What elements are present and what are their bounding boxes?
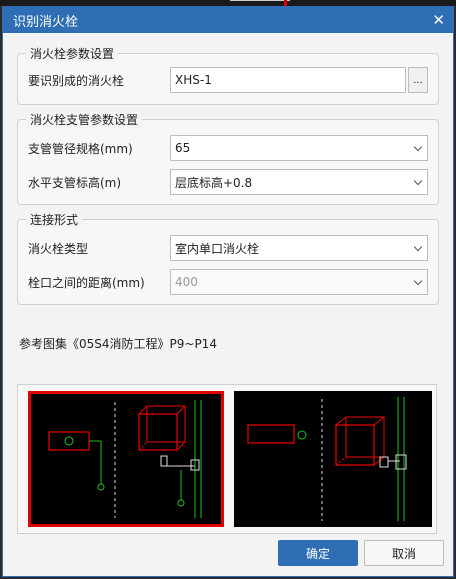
hydrant-type-row: 消火栓类型 室内单口消火栓 — [28, 234, 428, 262]
elevation-label: 水平支管标高(m) — [28, 175, 122, 190]
distance-label: 栓口之间的距离(mm) — [28, 275, 145, 290]
hydrant-name-field[interactable]: XHS-1 — [170, 67, 406, 93]
distance-row: 栓口之间的距离(mm) 400 — [28, 268, 428, 296]
cancel-button[interactable]: 取消 — [364, 540, 444, 566]
branch-params-legend: 消火栓支管参数设置 — [26, 111, 143, 128]
elevation-select[interactable]: 层底标高+0.8 — [170, 169, 428, 195]
chevron-down-icon — [413, 276, 423, 286]
diameter-row: 支管管径规格(mm) 65 — [28, 134, 428, 162]
hydrant-type-select[interactable]: 室内单口消火栓 — [170, 235, 428, 261]
hydrant-label: 要识别成的消火栓 — [28, 73, 125, 88]
hydrant-type-label: 消火栓类型 — [28, 241, 89, 256]
close-icon[interactable]: ✕ — [432, 12, 445, 28]
browse-button[interactable]: ... — [408, 67, 428, 93]
hydrant-row: 要识别成的消火栓 XHS-1 ... — [28, 66, 428, 94]
reference-text: 参考图集《05S4消防工程》P9~P14 — [19, 337, 217, 351]
diagram-option-double[interactable] — [234, 391, 432, 527]
hydrant-name-value: XHS-1 — [175, 73, 212, 87]
diagram-option-single[interactable] — [28, 391, 224, 527]
diagram-double-svg — [247, 397, 407, 521]
chevron-down-icon — [413, 142, 423, 152]
branch-params-group: 消火栓支管参数设置 支管管径规格(mm) 65 水平支管标高(m) 层底标高+0… — [17, 111, 439, 205]
connection-legend: 连接形式 — [26, 211, 83, 228]
elevation-row: 水平支管标高(m) 层底标高+0.8 — [28, 168, 428, 196]
diagram-single-svg — [48, 400, 202, 518]
dialog-title: 识别消火栓 — [13, 14, 79, 30]
preview-panel — [17, 384, 437, 534]
distance-select[interactable]: 400 — [170, 269, 428, 295]
diameter-select[interactable]: 65 — [170, 135, 428, 161]
chevron-down-icon — [413, 176, 423, 186]
distance-value: 400 — [175, 275, 198, 289]
connection-group: 连接形式 消火栓类型 室内单口消火栓 栓口之间的距离(mm) 400 — [17, 211, 439, 305]
hydrant-type-value: 室内单口消火栓 — [175, 241, 260, 256]
diameter-value: 65 — [175, 141, 191, 155]
title-bar[interactable]: 识别消火栓 ✕ — [3, 7, 453, 33]
ok-button[interactable]: 确定 — [278, 540, 358, 566]
elevation-value: 层底标高+0.8 — [175, 175, 253, 190]
chevron-down-icon — [413, 242, 423, 252]
identify-hydrant-dialog: 识别消火栓 ✕ 消火栓参数设置 要识别成的消火栓 XHS-1 ... 消火栓支管… — [2, 6, 454, 577]
hydrant-params-legend: 消火栓参数设置 — [26, 45, 119, 62]
hydrant-params-group: 消火栓参数设置 要识别成的消火栓 XHS-1 ... — [17, 45, 439, 105]
diameter-label: 支管管径规格(mm) — [28, 141, 133, 156]
